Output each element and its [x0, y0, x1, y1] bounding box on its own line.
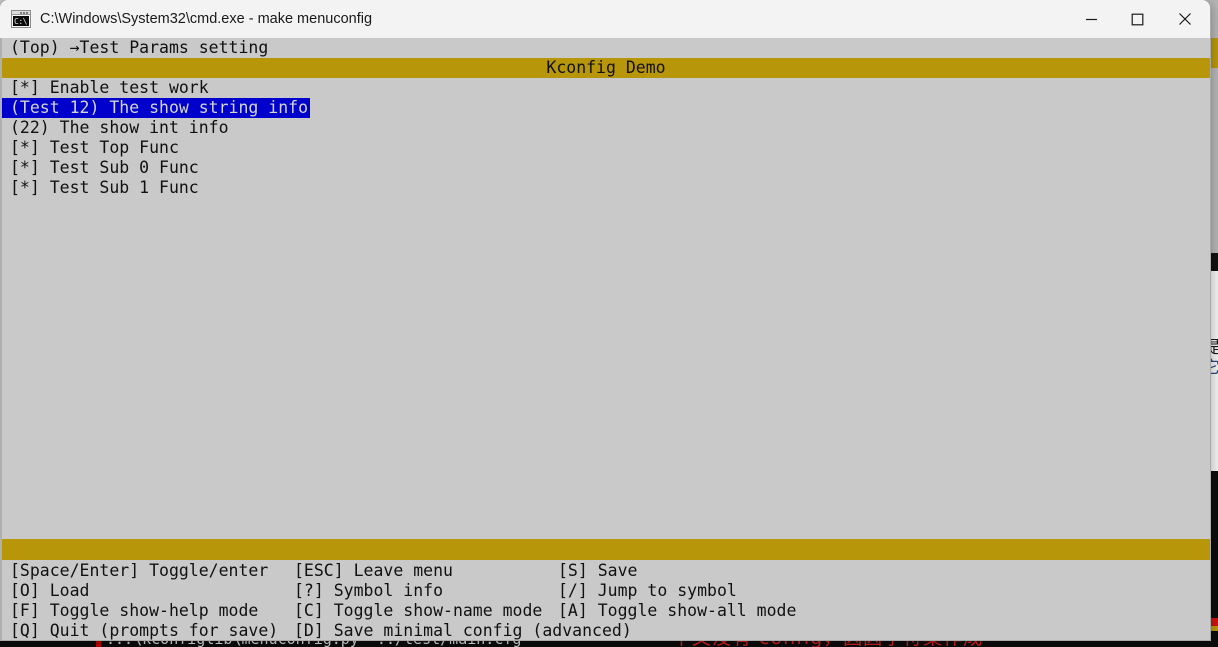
help-row: [Q] Quit (prompts for save) [D] Save mini… — [10, 621, 1210, 640]
menu-item-test-top-func[interactable]: [*] Test Top Func — [2, 138, 1210, 158]
titlebar-left-group: C:\ C:\Windows\System32\cmd.exe - make m… — [0, 10, 372, 28]
window-titlebar[interactable]: C:\ C:\Windows\System32\cmd.exe - make m… — [0, 0, 1210, 38]
cmd-exe-window: C:\ C:\Windows\System32\cmd.exe - make m… — [0, 0, 1210, 640]
terminal-content-area[interactable]: (Top) →Test Params setting Kconfig Demo … — [0, 38, 1210, 640]
help-key-bindings: [Space/Enter] Toggle/enter [ESC] Leave me… — [2, 560, 1210, 640]
help-key-show-all-mode: [A] Toggle show-all mode — [558, 601, 797, 620]
help-separator-bar — [2, 539, 1210, 560]
help-key-show-help-mode: [F] Toggle show-help mode — [10, 601, 259, 620]
kconfig-header-bar: Kconfig Demo — [2, 58, 1210, 78]
menu-item-test-sub-0-func[interactable]: [*] Test Sub 0 Func — [2, 158, 1210, 178]
help-key-load: [O] Load — [10, 581, 90, 600]
window-controls — [1068, 0, 1210, 38]
window-title: C:\Windows\System32\cmd.exe - make menuc… — [40, 11, 373, 27]
cmd-icon-prompt-text: C:\ — [13, 16, 29, 26]
menu-item-show-string-info-row: (Test 12) The show string info — [2, 98, 1210, 118]
menu-item-show-int-info[interactable]: (22) The show int info — [2, 118, 1210, 138]
help-key-jump-to-symbol: [/] Jump to symbol — [558, 581, 737, 600]
help-key-quit: [Q] Quit (prompts for save) — [10, 621, 279, 640]
breadcrumb: (Top) →Test Params setting — [10, 38, 269, 57]
help-key-symbol-info: [?] Symbol info — [294, 581, 444, 600]
minimize-button[interactable] — [1068, 0, 1114, 38]
help-row: [Space/Enter] Toggle/enter [ESC] Leave me… — [10, 561, 1210, 581]
help-key-space-enter: [Space/Enter] Toggle/enter — [10, 561, 269, 580]
cmd-icon-titlebar-decoration — [12, 11, 30, 15]
cmd-exe-icon: C:\ — [11, 10, 31, 28]
close-button[interactable] — [1160, 0, 1210, 38]
help-row: [O] Load [?] Symbol info [/] Jump to symbo… — [10, 581, 1210, 601]
kconfig-menu-list[interactable]: [*] Enable test work (Test 12) The show … — [2, 78, 1210, 198]
menu-item-show-string-info[interactable]: (Test 12) The show string info — [2, 98, 311, 118]
help-row: [F] Toggle show-help mode [C] Toggle show… — [10, 601, 1210, 621]
maximize-button[interactable] — [1114, 0, 1160, 38]
help-key-save: [S] Save — [558, 561, 638, 580]
help-key-esc: [ESC] Leave menu — [294, 561, 453, 580]
menu-item-enable-test-work[interactable]: [*] Enable test work — [2, 78, 1210, 98]
menu-item-test-sub-1-func[interactable]: [*] Test Sub 1 Func — [2, 178, 1210, 198]
help-key-save-minimal-config: [D] Save minimal config (advanced) — [294, 621, 632, 640]
help-key-show-name-mode: [C] Toggle show-name mode — [294, 601, 543, 620]
